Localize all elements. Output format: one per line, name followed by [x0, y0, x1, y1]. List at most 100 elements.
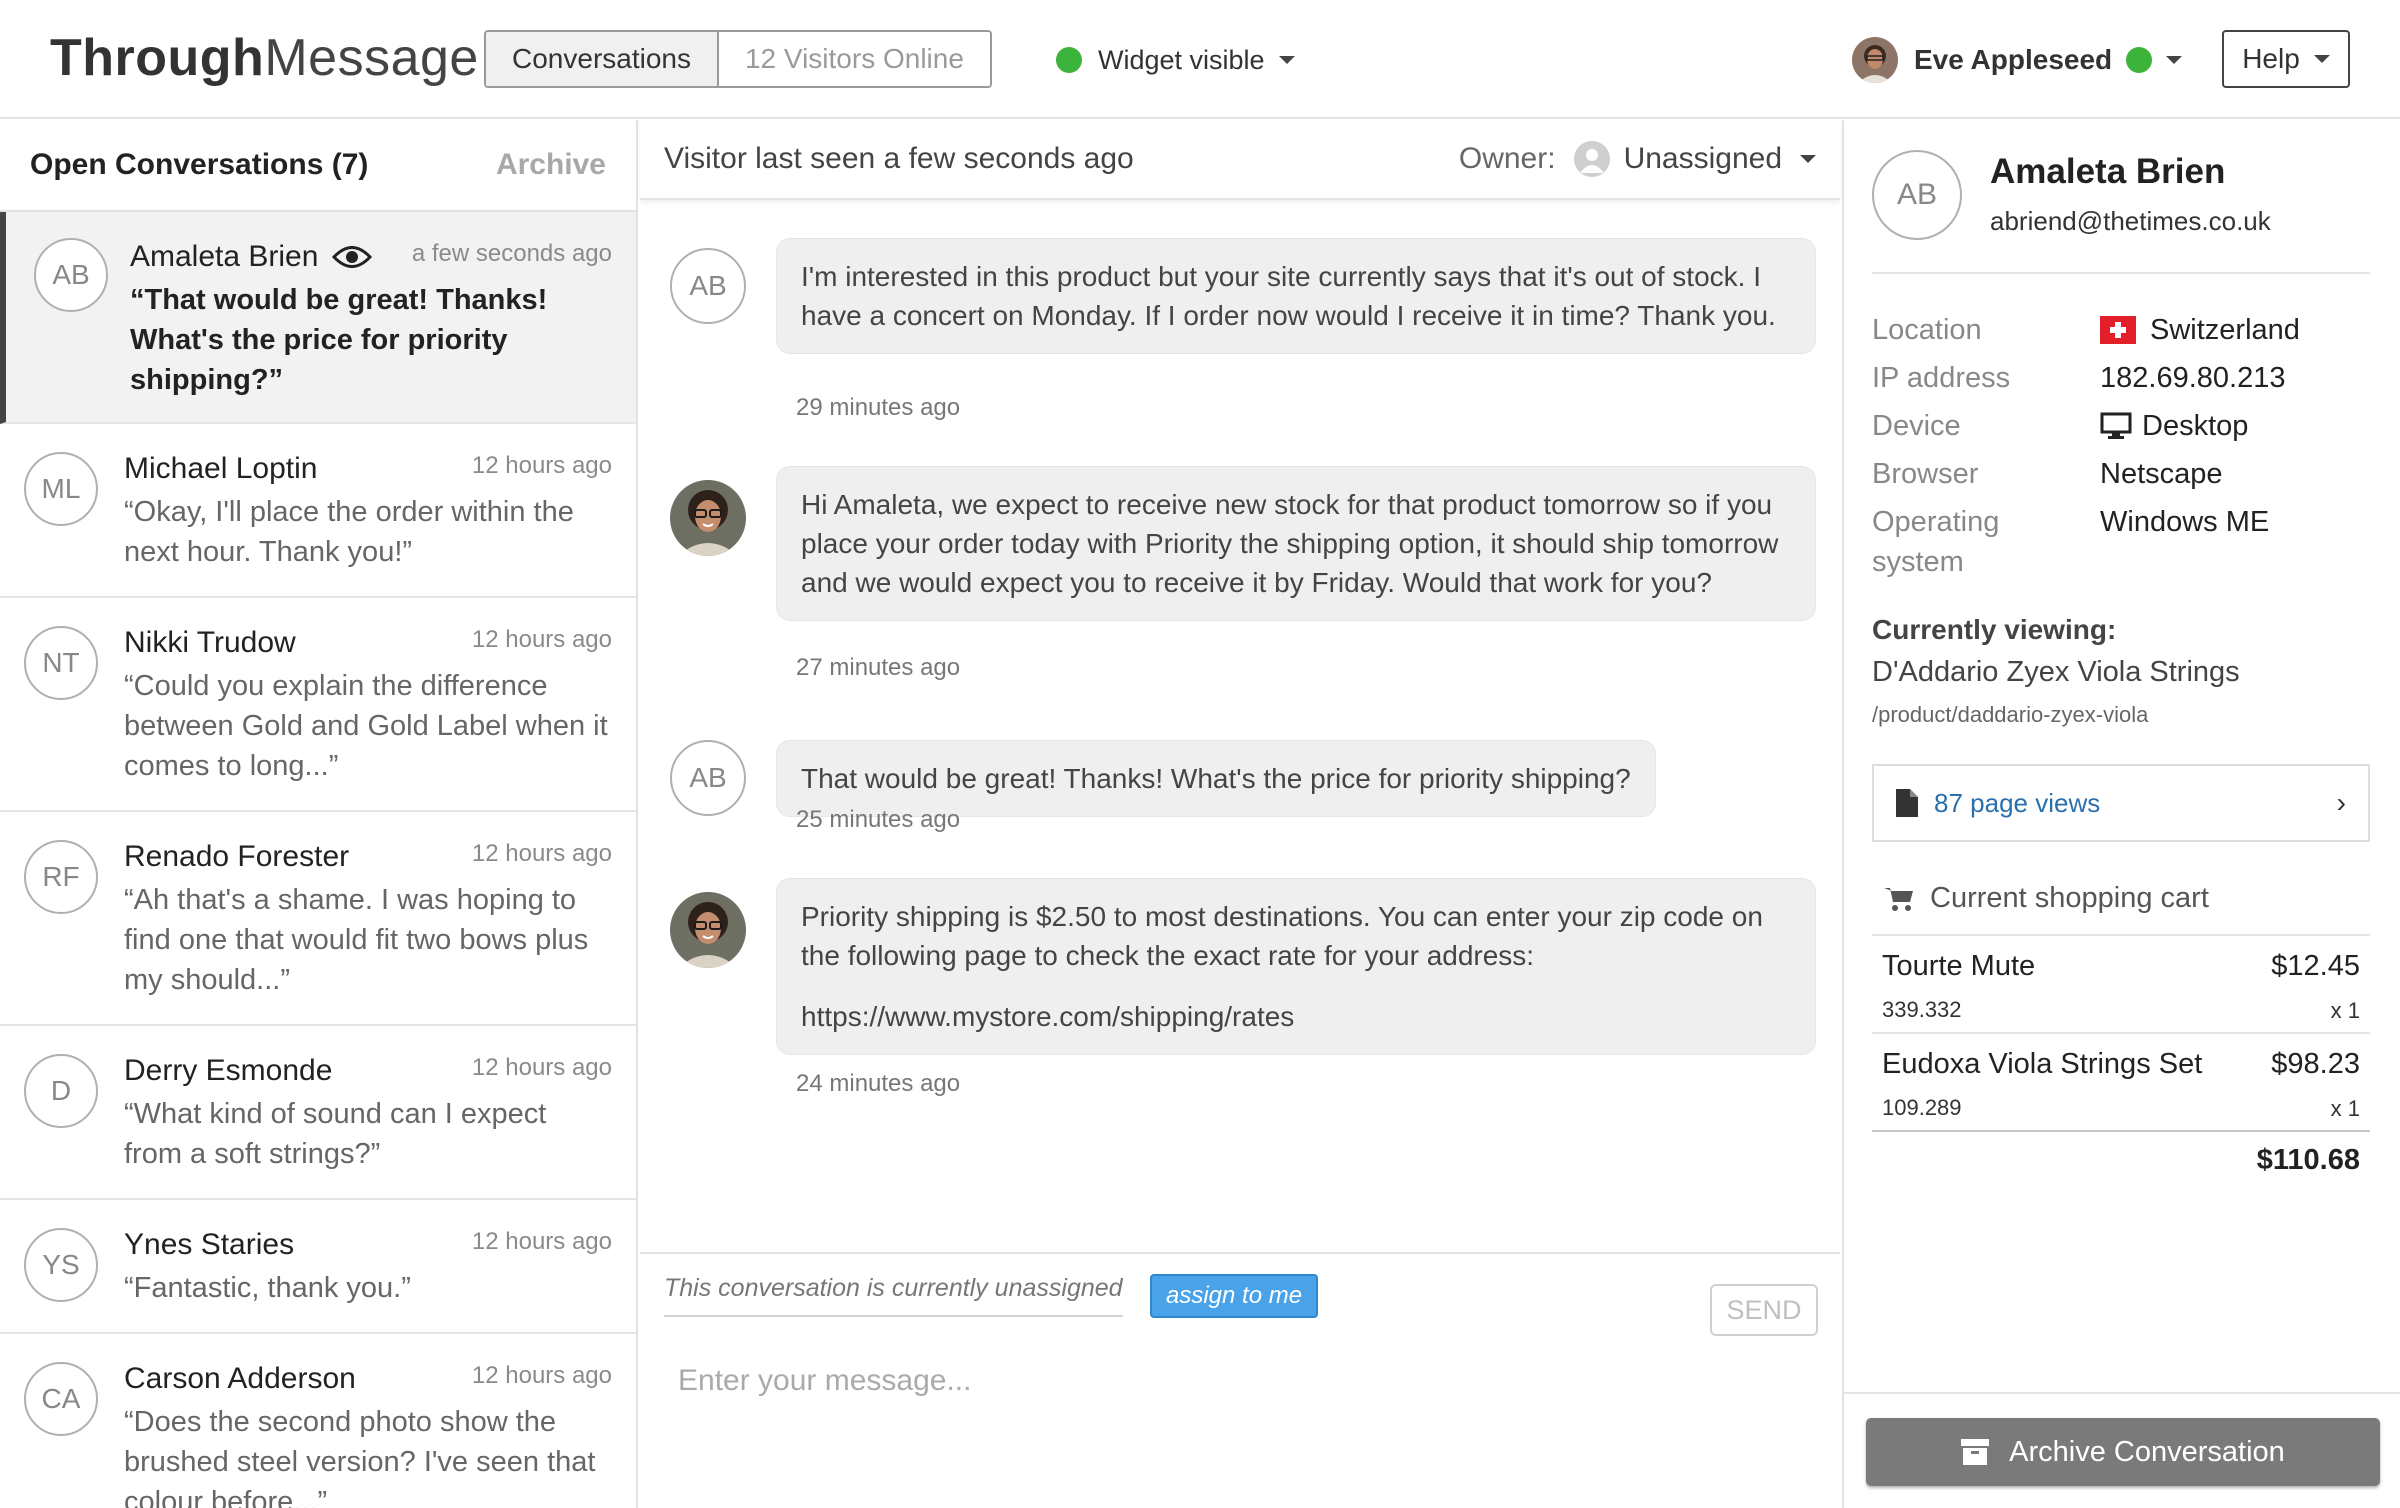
- avatar: NT: [24, 626, 98, 700]
- chat-header: Visitor last seen a few seconds ago Owne…: [640, 120, 1840, 200]
- chevron-right-icon: ›: [2336, 787, 2346, 818]
- conversation-preview: “Could you explain the difference betwee…: [124, 670, 608, 782]
- cart-item-qty: x 1: [2330, 998, 2360, 1023]
- cart-heading-label: Current shopping cart: [1930, 882, 2209, 914]
- conversation-time: 12 hours ago: [471, 840, 612, 867]
- conversation-preview: “Does the second photo show the brushed …: [124, 1406, 596, 1508]
- app-logo[interactable]: ThroughMessage: [50, 28, 479, 88]
- conversation-item[interactable]: NT Nikki Trudow 12 hours ago “Could you …: [0, 598, 636, 812]
- avatar: ML: [24, 452, 98, 526]
- detail-value: Windows ME: [2100, 506, 2270, 538]
- conversation-time: 12 hours ago: [471, 1054, 612, 1081]
- desktop-icon: [2100, 412, 2132, 439]
- chevron-down-icon: [2313, 55, 2330, 63]
- cart-item-qty: x 1: [2330, 1096, 2360, 1121]
- conversation-item[interactable]: YS Ynes Staries 12 hours ago “Fantastic,…: [0, 1200, 636, 1334]
- message-thread: AB I'm interested in this product but yo…: [640, 202, 1840, 1252]
- conversation-time: 12 hours ago: [471, 452, 612, 479]
- archive-link[interactable]: Archive: [496, 148, 606, 182]
- divider: [1872, 272, 2370, 274]
- avatar: CA: [24, 1362, 98, 1436]
- conversation-list-panel: Open Conversations (7) Archive AB Amalet…: [0, 120, 638, 1508]
- conversation-time: 12 hours ago: [471, 1228, 612, 1255]
- message-bubble: I'm interested in this product but your …: [776, 238, 1816, 354]
- conversation-item[interactable]: ML Michael Loptin 12 hours ago “Okay, I'…: [0, 424, 636, 598]
- visitor-last-seen: Visitor last seen a few seconds ago: [664, 142, 1134, 175]
- visitor-email[interactable]: abriend@thetimes.co.uk: [1990, 206, 2271, 237]
- message-time: 24 minutes ago: [796, 1070, 961, 1097]
- message-bubble: Hi Amaleta, we expect to receive new sto…: [776, 466, 1816, 621]
- detail-label: Location: [1872, 314, 1982, 346]
- conversation-item[interactable]: D Derry Esmonde 12 hours ago “What kind …: [0, 1026, 636, 1200]
- agent-avatar: [670, 892, 746, 968]
- conversation-list-header: Open Conversations (7) Archive: [0, 120, 636, 212]
- message-input[interactable]: Enter your message...: [678, 1364, 1678, 1398]
- conversation-item[interactable]: CA Carson Adderson 12 hours ago “Does th…: [0, 1334, 636, 1508]
- assign-to-me-button[interactable]: assign to me: [1150, 1274, 1319, 1318]
- agent-avatar: [670, 480, 746, 556]
- conversation-preview: “That would be great! Thanks! What's the…: [130, 284, 548, 396]
- conversation-item[interactable]: RF Renado Forester 12 hours ago “Ah that…: [0, 812, 636, 1026]
- chevron-down-icon: [1278, 56, 1295, 64]
- detail-value: Netscape: [2100, 458, 2223, 490]
- widget-status-label: Widget visible: [1098, 44, 1265, 75]
- conversation-preview: “What kind of sound can I expect from a …: [124, 1098, 547, 1170]
- avatar: YS: [24, 1228, 98, 1302]
- owner-dropdown[interactable]: Owner: Unassigned: [1459, 141, 1816, 177]
- online-status-icon: [2126, 47, 2153, 73]
- message-link[interactable]: https://www.mystore.com/shipping/rates: [801, 997, 1791, 1036]
- cart-item-price: $98.23: [2271, 1048, 2360, 1080]
- detail-value: Desktop: [2142, 410, 2249, 442]
- top-bar: ThroughMessage Conversations 12 Visitors…: [0, 0, 2400, 119]
- cart-item-sku: 109.289: [1882, 1095, 1962, 1120]
- archive-box-icon: [1961, 1439, 1990, 1465]
- open-conversations-title: Open Conversations (7): [30, 148, 369, 181]
- cart-icon: [1884, 887, 1913, 911]
- user-menu[interactable]: Eve Appleseed: [1852, 36, 2183, 84]
- detail-os: Operating system Windows ME: [1872, 498, 2372, 582]
- currently-viewing-heading: Currently viewing:: [1872, 614, 2117, 645]
- tab-visitors-online[interactable]: 12 Visitors Online: [718, 32, 990, 86]
- conversation-preview: “Ah that's a shame. I was hoping to find…: [124, 884, 589, 996]
- visitor-name: Amaleta Brien: [1990, 152, 2226, 191]
- currently-viewing-title: D'Addario Zyex Viola Strings: [1872, 656, 2240, 688]
- owner-value: Unassigned: [1623, 142, 1782, 175]
- contact-name: Amaleta Brien: [130, 240, 319, 273]
- page-views-button[interactable]: 87 page views ›: [1872, 764, 2370, 842]
- message-time: 25 minutes ago: [796, 806, 961, 833]
- help-dropdown[interactable]: Help: [2222, 30, 2350, 88]
- document-icon: [1896, 789, 1918, 817]
- send-button[interactable]: SEND: [1710, 1284, 1818, 1336]
- page-views-label: 87 page views: [1934, 787, 2101, 818]
- avatar: AB: [34, 238, 108, 312]
- shopping-cart: Tourte Mute $12.45 339.332 x 1 Eudoxa Vi…: [1872, 934, 2370, 1177]
- widget-visibility-dropdown[interactable]: Widget visible: [1056, 40, 1295, 80]
- conversation-preview: “Fantastic, thank you.”: [124, 1272, 411, 1304]
- user-name: Eve Appleseed: [1914, 44, 2113, 75]
- avatar: RF: [24, 840, 98, 914]
- help-label: Help: [2242, 43, 2300, 74]
- cart-total: $110.68: [1872, 1130, 2370, 1177]
- shopping-cart-heading: Current shopping cart: [1884, 882, 2209, 915]
- visitor-profile-panel: AB Amaleta Brien abriend@thetimes.co.uk …: [1842, 120, 2400, 1508]
- message-time: 27 minutes ago: [796, 654, 961, 681]
- tab-conversations[interactable]: Conversations: [486, 32, 719, 86]
- detail-device: Device Desktop: [1872, 402, 2372, 450]
- avatar: D: [24, 1054, 98, 1128]
- detail-label: IP address: [1872, 362, 2011, 394]
- conversation-item[interactable]: AB Amaleta Brien a few seconds ago “That…: [0, 212, 636, 424]
- currently-viewing-url: /product/daddario-zyex-viola: [1872, 702, 2149, 727]
- detail-value: Switzerland: [2150, 314, 2300, 346]
- conversation-preview: “Okay, I'll place the order within the n…: [124, 496, 574, 568]
- compose-area: This conversation is currently unassigne…: [640, 1252, 1840, 1508]
- cart-item: Tourte Mute $12.45 339.332 x 1: [1872, 934, 2370, 1032]
- detail-location: Location Switzerland: [1872, 306, 2372, 354]
- cart-item: Eudoxa Viola Strings Set $98.23 109.289 …: [1872, 1032, 2370, 1130]
- detail-browser: Browser Netscape: [1872, 450, 2372, 498]
- conversation-time: 12 hours ago: [471, 626, 612, 653]
- detail-label: Browser: [1872, 458, 1979, 490]
- avatar: AB: [1872, 150, 1962, 240]
- detail-label: Operating system: [1872, 506, 2000, 578]
- swiss-flag-icon: [2100, 316, 2136, 344]
- archive-conversation-button[interactable]: Archive Conversation: [1866, 1418, 2380, 1486]
